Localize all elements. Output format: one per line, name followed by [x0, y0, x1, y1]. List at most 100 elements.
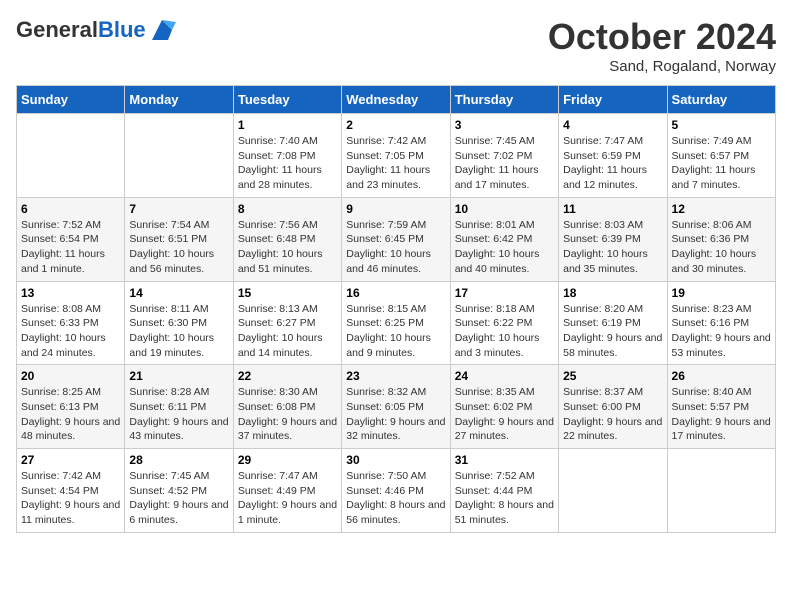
day-info: Sunrise: 7:42 AMSunset: 4:54 PMDaylight:… — [21, 469, 120, 528]
week-row-5: 27 Sunrise: 7:42 AMSunset: 4:54 PMDayligh… — [17, 449, 776, 533]
day-number: 18 — [563, 286, 662, 300]
week-row-1: 1 Sunrise: 7:40 AMSunset: 7:08 PMDaylight… — [17, 114, 776, 198]
weekday-header-thursday: Thursday — [450, 86, 558, 114]
weekday-header-row: SundayMondayTuesdayWednesdayThursdayFrid… — [17, 86, 776, 114]
week-row-4: 20 Sunrise: 8:25 AMSunset: 6:13 PMDayligh… — [17, 365, 776, 449]
day-number: 1 — [238, 118, 337, 132]
day-number: 3 — [455, 118, 554, 132]
day-info: Sunrise: 7:54 AMSunset: 6:51 PMDaylight:… — [129, 218, 228, 277]
weekday-header-friday: Friday — [559, 86, 667, 114]
day-info: Sunrise: 7:45 AMSunset: 4:52 PMDaylight:… — [129, 469, 228, 528]
day-cell: 28 Sunrise: 7:45 AMSunset: 4:52 PMDayligh… — [125, 449, 233, 533]
day-cell: 8 Sunrise: 7:56 AMSunset: 6:48 PMDaylight… — [233, 197, 341, 281]
weekday-header-sunday: Sunday — [17, 86, 125, 114]
day-number: 10 — [455, 202, 554, 216]
title-block: October 2024 Sand, Rogaland, Norway — [548, 16, 776, 75]
day-cell: 4Sunrise: 7:47 AMSunset: 6:59 PMDaylight… — [559, 114, 667, 198]
day-number: 8 — [238, 202, 337, 216]
day-cell: 5 Sunrise: 7:49 AMSunset: 6:57 PMDaylight… — [667, 114, 775, 198]
day-info: Sunrise: 7:49 AMSunset: 6:57 PMDaylight:… — [672, 134, 771, 193]
day-info: Sunrise: 8:08 AMSunset: 6:33 PMDaylight:… — [21, 302, 120, 361]
day-number: 12 — [672, 202, 771, 216]
day-info: Sunrise: 8:06 AMSunset: 6:36 PMDaylight:… — [672, 218, 771, 277]
day-cell — [667, 449, 775, 533]
day-cell — [125, 114, 233, 198]
day-info: Sunrise: 7:50 AMSunset: 4:46 PMDaylight:… — [346, 469, 445, 528]
day-info: Sunrise: 8:30 AMSunset: 6:08 PMDaylight:… — [238, 385, 337, 444]
day-cell: 17Sunrise: 8:18 AMSunset: 6:22 PMDayligh… — [450, 281, 558, 365]
day-number: 23 — [346, 369, 445, 383]
day-info: Sunrise: 7:52 AMSunset: 4:44 PMDaylight:… — [455, 469, 554, 528]
day-number: 21 — [129, 369, 228, 383]
day-info: Sunrise: 7:42 AMSunset: 7:05 PMDaylight:… — [346, 134, 445, 193]
day-cell: 2Sunrise: 7:42 AMSunset: 7:05 PMDaylight… — [342, 114, 450, 198]
day-number: 29 — [238, 453, 337, 467]
day-cell: 27 Sunrise: 7:42 AMSunset: 4:54 PMDayligh… — [17, 449, 125, 533]
day-number: 14 — [129, 286, 228, 300]
weekday-header-monday: Monday — [125, 86, 233, 114]
day-info: Sunrise: 8:20 AMSunset: 6:19 PMDaylight:… — [563, 302, 662, 361]
day-info: Sunrise: 7:45 AMSunset: 7:02 PMDaylight:… — [455, 134, 554, 193]
logo: GeneralBlue — [16, 16, 176, 44]
day-number: 13 — [21, 286, 120, 300]
day-cell: 26Sunrise: 8:40 AMSunset: 5:57 PMDayligh… — [667, 365, 775, 449]
weekday-header-saturday: Saturday — [667, 86, 775, 114]
day-cell: 10 Sunrise: 8:01 AMSunset: 6:42 PMDayligh… — [450, 197, 558, 281]
month-title: October 2024 — [548, 16, 776, 58]
day-info: Sunrise: 7:47 AMSunset: 6:59 PMDaylight:… — [563, 134, 662, 193]
day-cell: 12 Sunrise: 8:06 AMSunset: 6:36 PMDayligh… — [667, 197, 775, 281]
day-cell: 15 Sunrise: 8:13 AMSunset: 6:27 PMDayligh… — [233, 281, 341, 365]
day-cell: 14 Sunrise: 8:11 AMSunset: 6:30 PMDayligh… — [125, 281, 233, 365]
day-number: 30 — [346, 453, 445, 467]
day-cell: 30 Sunrise: 7:50 AMSunset: 4:46 PMDayligh… — [342, 449, 450, 533]
day-info: Sunrise: 8:35 AMSunset: 6:02 PMDaylight:… — [455, 385, 554, 444]
day-info: Sunrise: 8:25 AMSunset: 6:13 PMDaylight:… — [21, 385, 120, 444]
day-number: 25 — [563, 369, 662, 383]
day-cell: 11Sunrise: 8:03 AMSunset: 6:39 PMDayligh… — [559, 197, 667, 281]
day-info: Sunrise: 7:52 AMSunset: 6:54 PMDaylight:… — [21, 218, 120, 277]
day-cell: 22 Sunrise: 8:30 AMSunset: 6:08 PMDayligh… — [233, 365, 341, 449]
day-number: 6 — [21, 202, 120, 216]
day-cell: 1 Sunrise: 7:40 AMSunset: 7:08 PMDaylight… — [233, 114, 341, 198]
day-number: 20 — [21, 369, 120, 383]
day-number: 22 — [238, 369, 337, 383]
day-cell: 23 Sunrise: 8:32 AMSunset: 6:05 PMDayligh… — [342, 365, 450, 449]
day-info: Sunrise: 7:40 AMSunset: 7:08 PMDaylight:… — [238, 134, 337, 193]
day-number: 7 — [129, 202, 228, 216]
day-number: 24 — [455, 369, 554, 383]
day-number: 28 — [129, 453, 228, 467]
day-info: Sunrise: 8:37 AMSunset: 6:00 PMDaylight:… — [563, 385, 662, 444]
location: Sand, Rogaland, Norway — [548, 58, 776, 75]
day-cell: 19 Sunrise: 8:23 AMSunset: 6:16 PMDayligh… — [667, 281, 775, 365]
day-info: Sunrise: 8:28 AMSunset: 6:11 PMDaylight:… — [129, 385, 228, 444]
day-cell: 6 Sunrise: 7:52 AMSunset: 6:54 PMDaylight… — [17, 197, 125, 281]
day-number: 15 — [238, 286, 337, 300]
day-cell: 20 Sunrise: 8:25 AMSunset: 6:13 PMDayligh… — [17, 365, 125, 449]
weekday-header-tuesday: Tuesday — [233, 86, 341, 114]
day-cell: 25 Sunrise: 8:37 AMSunset: 6:00 PMDayligh… — [559, 365, 667, 449]
day-info: Sunrise: 8:40 AMSunset: 5:57 PMDaylight:… — [672, 385, 771, 444]
week-row-3: 13 Sunrise: 8:08 AMSunset: 6:33 PMDayligh… — [17, 281, 776, 365]
day-info: Sunrise: 8:01 AMSunset: 6:42 PMDaylight:… — [455, 218, 554, 277]
day-number: 27 — [21, 453, 120, 467]
day-info: Sunrise: 8:13 AMSunset: 6:27 PMDaylight:… — [238, 302, 337, 361]
day-number: 9 — [346, 202, 445, 216]
day-cell: 31Sunrise: 7:52 AMSunset: 4:44 PMDayligh… — [450, 449, 558, 533]
day-info: Sunrise: 7:56 AMSunset: 6:48 PMDaylight:… — [238, 218, 337, 277]
day-number: 5 — [672, 118, 771, 132]
day-info: Sunrise: 8:23 AMSunset: 6:16 PMDaylight:… — [672, 302, 771, 361]
day-info: Sunrise: 7:47 AMSunset: 4:49 PMDaylight:… — [238, 469, 337, 528]
day-info: Sunrise: 8:11 AMSunset: 6:30 PMDaylight:… — [129, 302, 228, 361]
day-cell: 3 Sunrise: 7:45 AMSunset: 7:02 PMDaylight… — [450, 114, 558, 198]
day-cell: 9Sunrise: 7:59 AMSunset: 6:45 PMDaylight… — [342, 197, 450, 281]
day-cell: 24 Sunrise: 8:35 AMSunset: 6:02 PMDayligh… — [450, 365, 558, 449]
day-cell: 21 Sunrise: 8:28 AMSunset: 6:11 PMDayligh… — [125, 365, 233, 449]
logo-icon — [148, 16, 176, 44]
page-header: GeneralBlue October 2024 Sand, Rogaland,… — [16, 16, 776, 75]
day-cell — [17, 114, 125, 198]
day-cell: 29 Sunrise: 7:47 AMSunset: 4:49 PMDayligh… — [233, 449, 341, 533]
day-number: 19 — [672, 286, 771, 300]
day-info: Sunrise: 8:32 AMSunset: 6:05 PMDaylight:… — [346, 385, 445, 444]
weekday-header-wednesday: Wednesday — [342, 86, 450, 114]
day-info: Sunrise: 8:18 AMSunset: 6:22 PMDaylight:… — [455, 302, 554, 361]
